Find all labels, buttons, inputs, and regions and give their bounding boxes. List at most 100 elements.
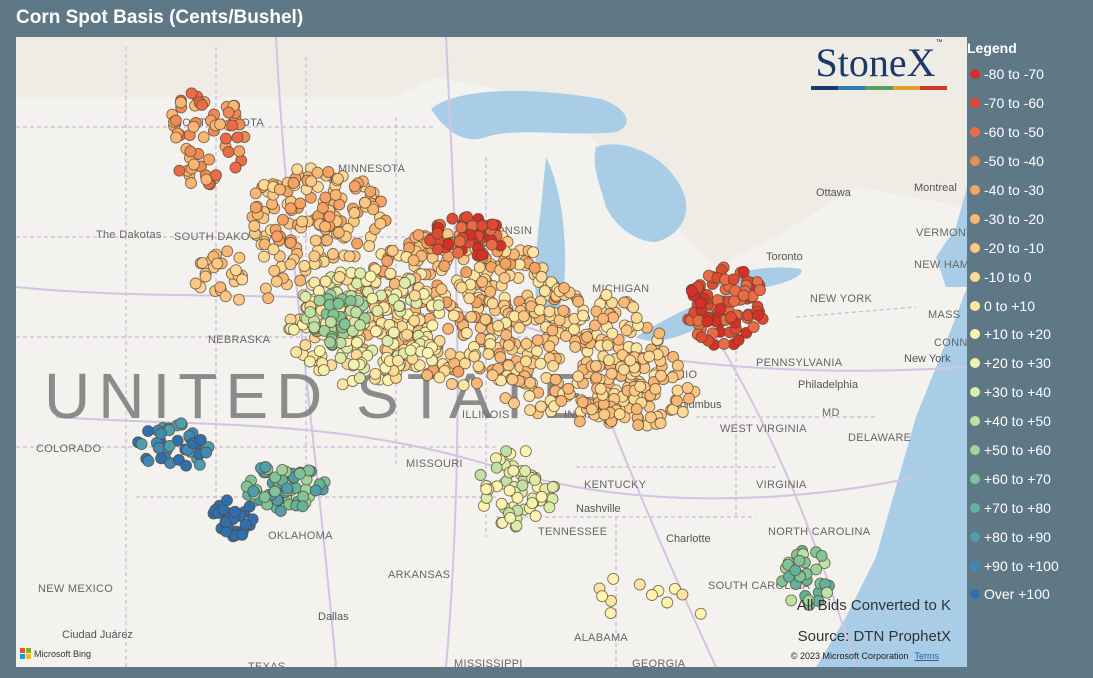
bid-dot[interactable] — [535, 400, 547, 413]
bid-dot[interactable] — [174, 96, 187, 109]
bid-dot[interactable] — [262, 292, 275, 305]
bid-dot[interactable] — [727, 273, 740, 286]
bid-dot[interactable] — [135, 438, 148, 451]
bid-dot[interactable] — [291, 163, 304, 176]
bid-dot[interactable] — [600, 288, 613, 301]
bid-dot[interactable] — [732, 334, 745, 346]
bid-dot[interactable] — [555, 395, 568, 407]
bid-dot[interactable] — [354, 267, 367, 280]
bid-dots-layer[interactable] — [16, 37, 967, 667]
bid-dot[interactable] — [259, 461, 272, 473]
bid-dot[interactable] — [528, 261, 541, 274]
bid-dot[interactable] — [607, 311, 619, 324]
bid-dot[interactable] — [598, 408, 611, 421]
bid-dot[interactable] — [287, 323, 300, 336]
bid-dot[interactable] — [508, 397, 520, 410]
bid-dot[interactable] — [482, 348, 495, 360]
bid-dot[interactable] — [154, 427, 167, 440]
bid-dot[interactable] — [526, 497, 539, 510]
bid-dot[interactable] — [233, 293, 245, 306]
bid-dot[interactable] — [480, 483, 493, 496]
bid-dot[interactable] — [486, 297, 499, 310]
bid-dot[interactable] — [333, 270, 346, 283]
bid-dot[interactable] — [500, 329, 513, 341]
bid-dot[interactable] — [210, 169, 222, 182]
bid-dot[interactable] — [452, 246, 464, 259]
bid-dot[interactable] — [476, 275, 489, 288]
bid-dot[interactable] — [173, 164, 186, 177]
bid-dot[interactable] — [519, 445, 532, 458]
bid-dot[interactable] — [486, 369, 499, 382]
bid-dot[interactable] — [269, 485, 281, 498]
bid-dot[interactable] — [239, 518, 252, 531]
bid-dot[interactable] — [543, 305, 556, 318]
bid-dot[interactable] — [248, 220, 261, 232]
bid-dot[interactable] — [319, 220, 332, 233]
bid-dot[interactable] — [214, 118, 226, 131]
bid-dot[interactable] — [457, 379, 470, 392]
bid-dot[interactable] — [293, 467, 306, 480]
bid-dot[interactable] — [211, 257, 224, 270]
bid-dot[interactable] — [507, 464, 520, 477]
bid-dot[interactable] — [585, 403, 598, 416]
bid-dot[interactable] — [547, 359, 560, 372]
bid-dot[interactable] — [444, 347, 457, 360]
bid-dot[interactable] — [194, 433, 207, 446]
bid-dot[interactable] — [686, 285, 698, 298]
bid-dot[interactable] — [432, 299, 445, 312]
bid-dot[interactable] — [695, 331, 708, 344]
bid-dot[interactable] — [504, 511, 517, 524]
bid-dot[interactable] — [520, 355, 532, 368]
bid-dot[interactable] — [384, 267, 397, 280]
bid-dot[interactable] — [299, 339, 312, 352]
bid-dot[interactable] — [369, 367, 382, 380]
bid-dot[interactable] — [502, 339, 515, 352]
bid-dot[interactable] — [490, 461, 503, 474]
bid-dot[interactable] — [200, 446, 213, 459]
bid-dot[interactable] — [236, 273, 249, 286]
bid-dot[interactable] — [468, 350, 481, 363]
bid-dot[interactable] — [546, 481, 559, 494]
bid-dot[interactable] — [247, 485, 260, 498]
bid-dot[interactable] — [408, 314, 421, 327]
bid-dot[interactable] — [455, 221, 468, 234]
bid-dot[interactable] — [485, 238, 498, 251]
bid-dot[interactable] — [546, 324, 559, 337]
bid-dot[interactable] — [558, 282, 571, 295]
bid-dot[interactable] — [323, 210, 336, 223]
bid-dot[interactable] — [502, 359, 515, 372]
bid-dot[interactable] — [226, 119, 239, 132]
bid-dot[interactable] — [338, 318, 351, 331]
bid-dot[interactable] — [498, 272, 511, 285]
bid-dot[interactable] — [492, 319, 505, 332]
bid-dot[interactable] — [630, 403, 643, 416]
bid-dot[interactable] — [284, 258, 297, 271]
bid-dot[interactable] — [304, 306, 317, 319]
bid-dot[interactable] — [531, 345, 543, 358]
bid-dot[interactable] — [500, 445, 513, 458]
bid-dot[interactable] — [524, 376, 537, 389]
bid-dot[interactable] — [484, 338, 497, 351]
bid-dot[interactable] — [271, 230, 284, 243]
bid-dot[interactable] — [163, 440, 176, 452]
bid-dot[interactable] — [447, 309, 460, 322]
bid-dot[interactable] — [681, 381, 694, 394]
bid-dot[interactable] — [290, 346, 303, 359]
bid-dot[interactable] — [175, 417, 188, 430]
bid-dot[interactable] — [455, 281, 468, 294]
bid-dot[interactable] — [249, 201, 262, 214]
bid-dot[interactable] — [576, 396, 589, 409]
bid-dot[interactable] — [351, 237, 364, 250]
bid-dot[interactable] — [185, 87, 198, 100]
basis-map[interactable]: UNITED STATES NORTH DAKOTAMINNESOTAThe D… — [16, 37, 967, 667]
bid-dot[interactable] — [676, 588, 689, 601]
bid-dot[interactable] — [347, 358, 360, 371]
bid-dot[interactable] — [701, 315, 714, 328]
bid-dot[interactable] — [298, 260, 311, 272]
bid-dot[interactable] — [473, 261, 486, 274]
bid-dot[interactable] — [334, 351, 347, 364]
bid-dot[interactable] — [313, 294, 326, 307]
bid-dot[interactable] — [184, 145, 197, 158]
bid-dot[interactable] — [259, 282, 272, 295]
bid-dot[interactable] — [601, 339, 614, 352]
